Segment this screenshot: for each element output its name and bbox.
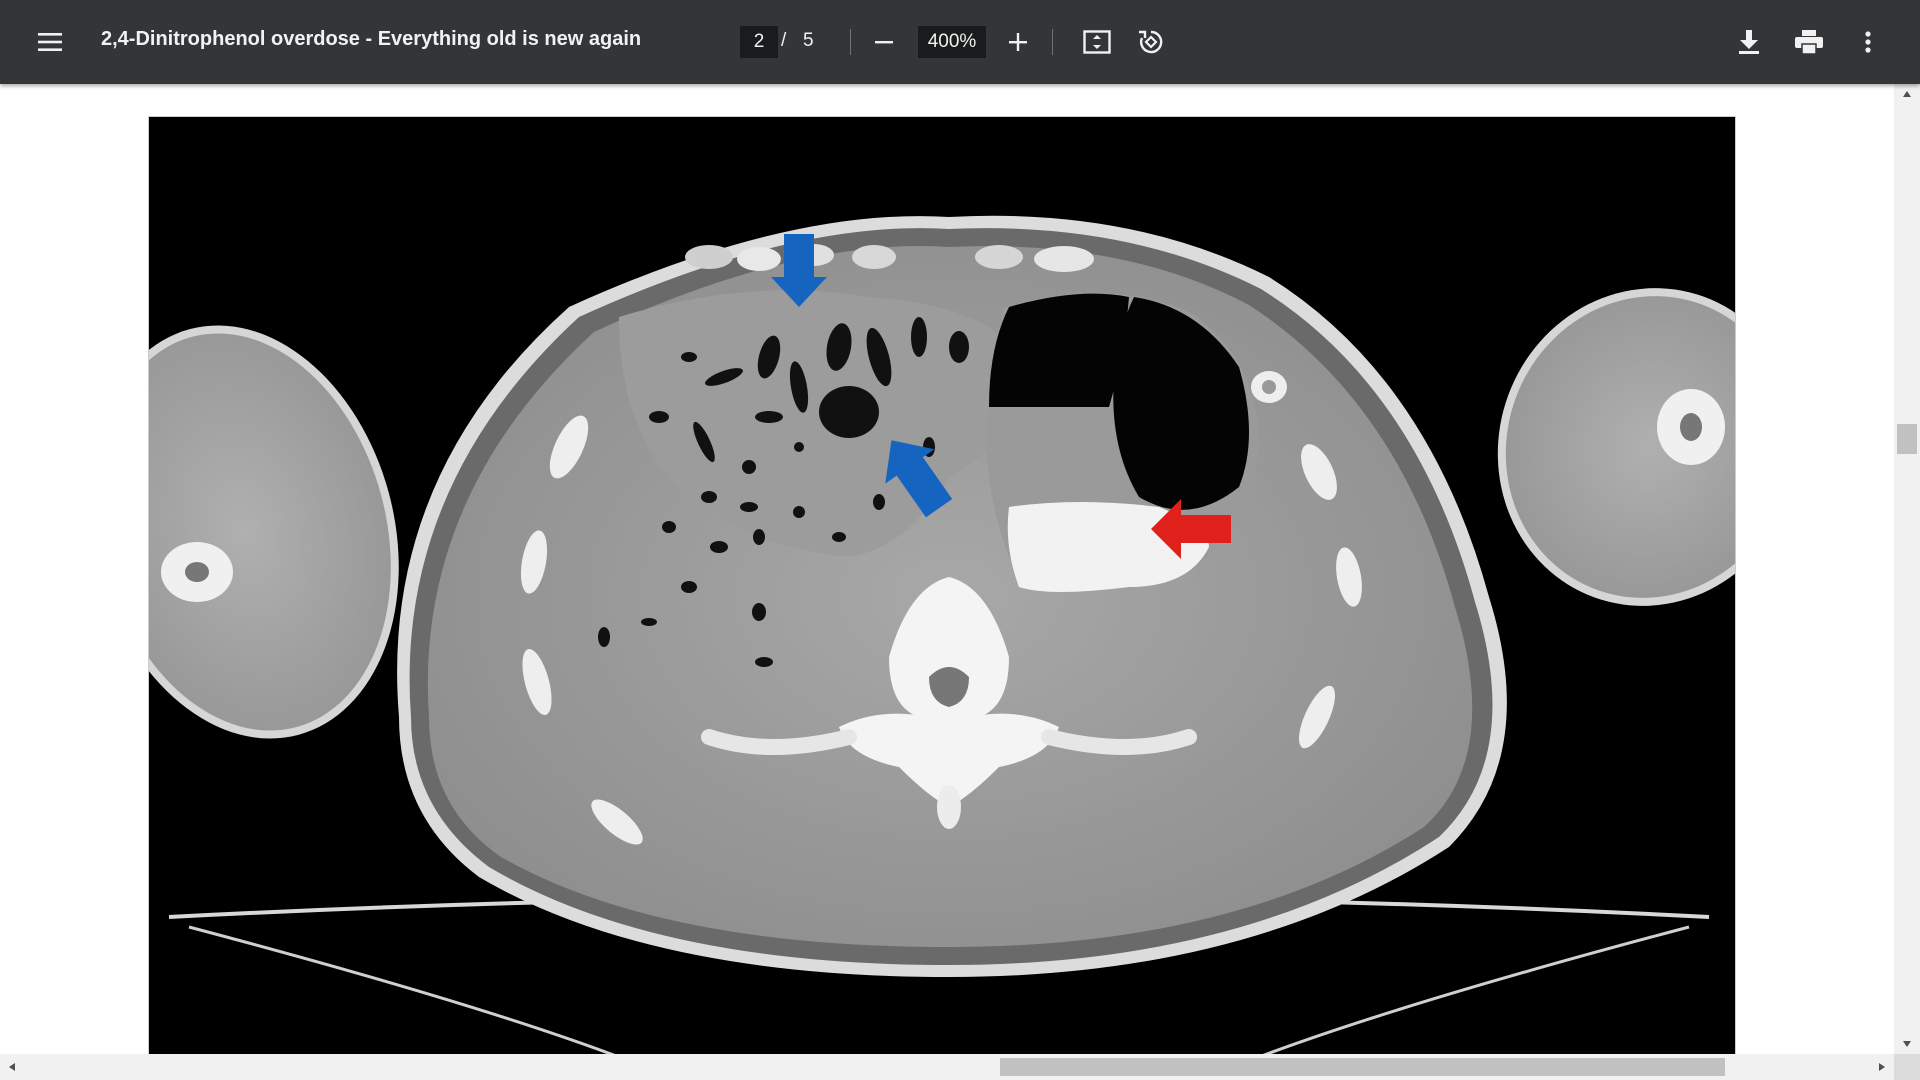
vertical-scroll-thumb[interactable] [1897,424,1917,454]
page-total: 5 [803,30,814,51]
print-icon[interactable] [1787,20,1831,64]
vertical-scrollbar[interactable] [1894,84,1920,1054]
plus-icon[interactable] [996,20,1040,64]
rotate-counterclockwise-icon[interactable] [1129,20,1173,64]
toolbar-divider [850,29,851,55]
hamburger-menu-icon[interactable] [28,20,72,64]
scroll-up-arrow-icon[interactable] [1899,86,1915,102]
minus-icon[interactable] [862,20,906,64]
more-vertical-icon[interactable] [1846,20,1890,64]
scrollbar-corner [1894,1054,1920,1080]
ct-scan-image [148,116,1736,1054]
scroll-right-arrow-icon[interactable] [1874,1059,1890,1075]
document-title: 2,4-Dinitrophenol overdose - Everything … [101,28,642,50]
horizontal-scrollbar[interactable] [0,1054,1894,1080]
pdf-toolbar: 2,4-Dinitrophenol overdose - Everything … [0,0,1920,84]
fit-to-page-icon[interactable] [1075,20,1119,64]
download-icon[interactable] [1727,20,1771,64]
page-number-input[interactable]: 2 [740,26,778,58]
horizontal-scroll-thumb[interactable] [1000,1058,1725,1076]
document-viewport[interactable] [0,84,1894,1054]
zoom-level-input[interactable]: 400% [918,26,986,58]
scroll-left-arrow-icon[interactable] [4,1059,20,1075]
toolbar-divider [1052,29,1053,55]
page-separator: / [781,30,787,51]
scroll-down-arrow-icon[interactable] [1899,1036,1915,1052]
